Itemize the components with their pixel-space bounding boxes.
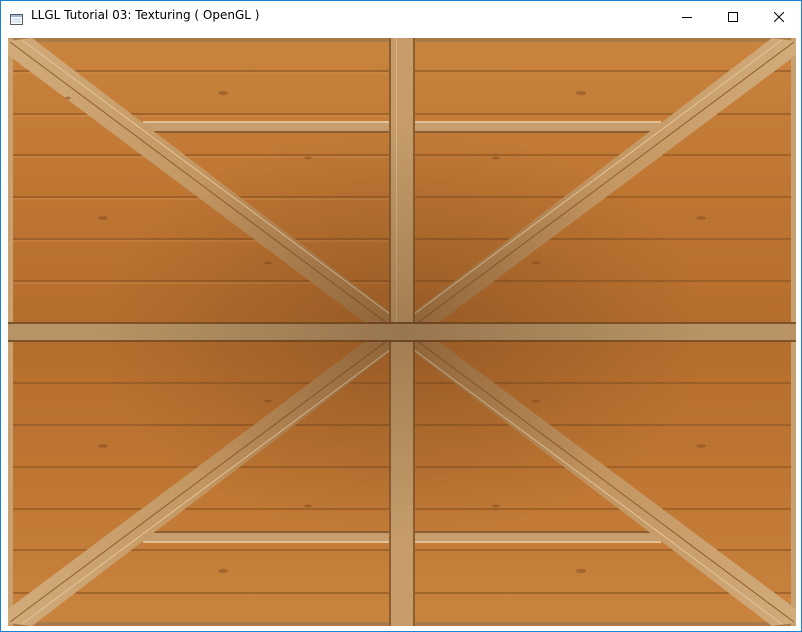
close-icon: [774, 11, 784, 22]
application-window: LLGL Tutorial 03: Texturing ( OpenGL ): [0, 0, 802, 632]
title-bar[interactable]: LLGL Tutorial 03: Texturing ( OpenGL ): [1, 1, 801, 32]
minimize-button[interactable]: [664, 1, 710, 32]
window-title: LLGL Tutorial 03: Texturing ( OpenGL ): [31, 8, 260, 22]
app-window-icon: [10, 10, 23, 25]
maximize-button[interactable]: [710, 1, 756, 32]
close-button[interactable]: [756, 1, 802, 32]
render-viewport[interactable]: [8, 38, 796, 626]
texture-quadrant-top-left: [8, 38, 402, 332]
maximize-icon: [728, 11, 738, 22]
texture-quadrant-bottom-left: [8, 332, 402, 626]
texture-quadrant-top-right: [402, 38, 796, 332]
minimize-icon: [682, 12, 692, 22]
texture-quadrant-bottom-right: [402, 332, 796, 626]
